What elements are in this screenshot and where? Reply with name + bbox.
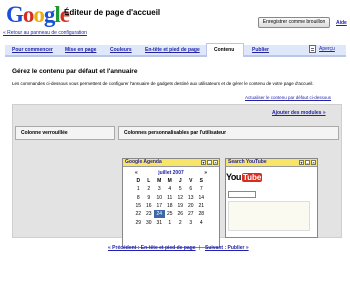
close-icon[interactable]: × <box>213 160 218 165</box>
calendar-day[interactable]: 4 <box>165 185 176 193</box>
calendar-day[interactable]: 11 <box>165 194 176 202</box>
youtube-results-area <box>228 201 310 231</box>
calendar-day[interactable]: 3 <box>186 218 197 226</box>
calendar-week: 29 30 31 1 2 3 4 <box>133 218 207 226</box>
calendar-day[interactable]: 7 <box>196 185 207 193</box>
tab-getting-started[interactable]: Pour commencer <box>12 47 53 53</box>
calendar-day[interactable]: 21 <box>196 202 207 210</box>
calendar-day[interactable]: 2 <box>144 185 155 193</box>
tab-content[interactable]: Contenu <box>214 47 234 53</box>
calendar-day[interactable]: 30 <box>144 218 155 226</box>
calendar-day[interactable]: 1 <box>133 185 144 193</box>
update-default-content-link[interactable]: Actualiser le contenu par défaut ci-dess… <box>245 95 331 100</box>
gadget-title: Search YouTube <box>228 159 267 165</box>
tab-header-footer[interactable]: En-tête et pied de page <box>145 47 200 53</box>
edit-icon[interactable]: ▾ <box>299 160 304 165</box>
weekday-label: D <box>136 178 141 185</box>
calendar-day[interactable]: 26 <box>175 210 186 218</box>
calendar-day[interactable]: 3 <box>154 185 165 193</box>
calendar-day[interactable]: 27 <box>186 210 197 218</box>
next-month-button[interactable]: » <box>204 170 207 176</box>
add-modules-link[interactable]: Ajouter des modules » <box>272 110 326 116</box>
calendar-day[interactable]: 18 <box>165 202 176 210</box>
save-draft-button[interactable]: Enregistrer comme brouillon <box>258 17 330 28</box>
youtube-search-input[interactable] <box>228 191 256 198</box>
youtube-logo: You Tube <box>226 172 263 182</box>
weekday-label: M <box>157 178 162 185</box>
preview-icon[interactable] <box>309 45 316 53</box>
calendar-day[interactable]: 14 <box>196 194 207 202</box>
calendar-day[interactable]: 28 <box>196 210 207 218</box>
back-to-dashboard-link[interactable]: « Retour au panneau de configuration <box>3 30 87 36</box>
calendar-day[interactable]: 19 <box>175 202 186 210</box>
calendar-day[interactable]: 12 <box>175 194 186 202</box>
locked-column-header: Colonne verrouillée <box>15 126 115 140</box>
calendar-day[interactable]: 1 <box>165 218 176 226</box>
calendar-week: 22 23 24 25 26 27 28 <box>133 210 207 219</box>
next-step-link[interactable]: Suivant : Publier » <box>205 245 249 251</box>
calendar-grid: DLMMJVS 1 2 3 4 5 6 7 8 9 10 11 12 13 14 15 16 17 18 19 20 2… <box>133 177 207 227</box>
calendar-week: 8 9 10 11 12 13 14 <box>133 194 207 202</box>
google-agenda-gadget[interactable]: Google Agenda ▾ – × « juillet 2007 » DLM… <box>122 158 220 248</box>
calendar-day[interactable]: 10 <box>154 194 165 202</box>
calendar-day[interactable]: 6 <box>186 185 197 193</box>
calendar-day[interactable]: 22 <box>133 210 144 218</box>
calendar-week: 15 16 17 18 19 20 21 <box>133 202 207 210</box>
previous-step-link[interactable]: « Précédent : En-tête et pied de page <box>108 245 196 251</box>
calendar-day[interactable]: 17 <box>154 202 165 210</box>
calendar-day[interactable]: 4 <box>196 218 207 226</box>
preview-link[interactable]: Aperçu <box>319 46 335 52</box>
section-description: Les commandes ci-dessous vous permettent… <box>12 81 314 86</box>
minimize-icon[interactable]: – <box>207 160 212 165</box>
gadget-header[interactable]: Google Agenda ▾ – × <box>123 159 219 167</box>
tab-colors[interactable]: Couleurs <box>110 47 132 53</box>
close-icon[interactable]: × <box>311 160 316 165</box>
calendar-day[interactable]: 8 <box>133 194 144 202</box>
edit-icon[interactable]: ▾ <box>201 160 206 165</box>
gadget-title: Google Agenda <box>125 159 162 165</box>
tab-layout[interactable]: Mise en page <box>65 47 96 53</box>
gadget-header[interactable]: Search YouTube ▾ – × <box>226 159 317 167</box>
weekday-label: S <box>199 178 203 185</box>
calendar-day[interactable]: 16 <box>144 202 155 210</box>
calendar-day[interactable]: 23 <box>144 210 155 218</box>
calendar-day[interactable]: 9 <box>144 194 155 202</box>
calendar-day[interactable]: 24 <box>154 210 165 219</box>
minimize-icon[interactable]: – <box>305 160 310 165</box>
weekday-label: V <box>189 178 193 185</box>
page-title: Éditeur de page d'accueil <box>64 8 161 17</box>
tab-publish[interactable]: Publier <box>252 47 269 53</box>
help-link[interactable]: Aide <box>336 20 347 26</box>
calendar-day[interactable]: 31 <box>154 218 165 226</box>
calendar-day[interactable]: 25 <box>165 210 176 218</box>
calendar-week: 1234567 <box>133 185 207 193</box>
calendar-day[interactable]: 13 <box>186 194 197 202</box>
calendar-day[interactable]: 2 <box>175 218 186 226</box>
calendar-day[interactable]: 20 <box>186 202 197 210</box>
calendar-month: juillet 2007 <box>158 170 184 176</box>
weekday-label: M <box>167 178 172 185</box>
calendar-day[interactable]: 5 <box>175 185 186 193</box>
calendar-nav: « juillet 2007 » <box>123 167 219 177</box>
google-logo: Google <box>6 2 70 27</box>
section-title: Gérez le contenu par défaut et l'annuair… <box>12 68 138 75</box>
weekday-label: L <box>147 178 151 185</box>
weekday-label: J <box>178 178 182 185</box>
custom-columns-header: Colonnes personnalisables par l'utilisat… <box>118 126 339 140</box>
calendar-day[interactable]: 29 <box>133 218 144 226</box>
calendar-day[interactable]: 15 <box>133 202 144 210</box>
prev-month-button[interactable]: « <box>135 170 138 176</box>
